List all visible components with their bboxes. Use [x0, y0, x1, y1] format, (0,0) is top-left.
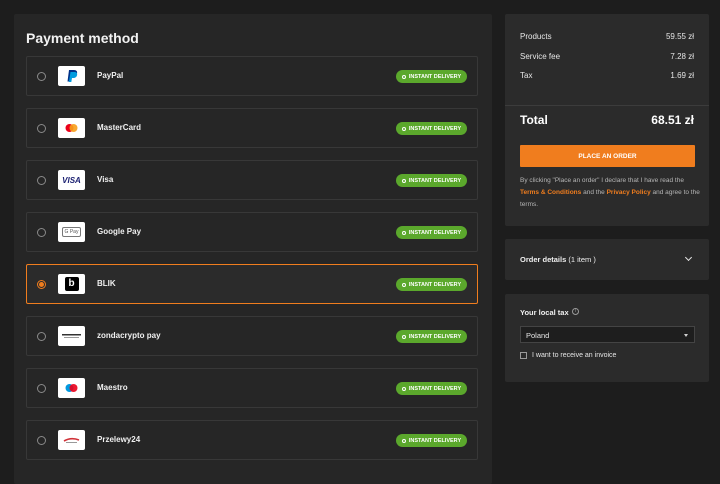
invoice-checkbox-row[interactable]: I want to receive an invoice [520, 352, 616, 359]
instant-delivery-badge: INSTANT DELIVERY [396, 278, 467, 291]
payment-method-list: PayPal INSTANT DELIVERY MasterCard INSTA… [26, 56, 478, 472]
gpay-frame: G Pay [58, 222, 85, 242]
radio-button[interactable] [37, 332, 46, 341]
service-fee-row: Service fee 7.28 zł [520, 52, 694, 61]
payment-option-zondacrypto[interactable]: zondacrypto pay INSTANT DELIVERY [26, 316, 478, 356]
instant-delivery-badge: INSTANT DELIVERY [396, 434, 467, 447]
clock-icon [401, 230, 406, 235]
clock-icon [401, 126, 406, 131]
total-row: Total 68.51 zł [520, 113, 694, 127]
instant-delivery-badge: INSTANT DELIVERY [396, 174, 467, 187]
instant-delivery-badge: INSTANT DELIVERY [396, 226, 467, 239]
method-name: Maestro [97, 383, 128, 392]
total-label: Total [520, 113, 548, 127]
products-row: Products 59.55 zł [520, 32, 694, 41]
radio-button[interactable] [37, 176, 46, 185]
instant-delivery-badge: INSTANT DELIVERY [396, 330, 467, 343]
instant-delivery-badge: INSTANT DELIVERY [396, 70, 467, 83]
invoice-label: I want to receive an invoice [532, 352, 617, 359]
instant-delivery-badge: INSTANT DELIVERY [396, 382, 467, 395]
place-order-button[interactable]: PLACE AN ORDER [520, 145, 695, 167]
order-details-toggle[interactable]: Order details (1 item ) [505, 239, 709, 280]
clock-icon [401, 74, 406, 79]
clock-icon [401, 282, 406, 287]
local-tax-panel: Your local tax i Poland I want to receiv… [505, 294, 709, 382]
method-name: Google Pay [97, 227, 142, 236]
caret-down-icon [684, 334, 688, 337]
badge-label: INSTANT DELIVERY [408, 385, 462, 392]
blik-logo-icon: b [58, 274, 85, 294]
clock-icon [401, 178, 406, 183]
blik-logo-text: b [64, 277, 79, 291]
paypal-logo-icon [58, 66, 85, 86]
tax-label: Tax [520, 71, 533, 80]
maestro-logo-icon [58, 378, 85, 398]
order-details-count: (1 item ) [568, 255, 596, 264]
radio-button[interactable] [37, 72, 46, 81]
info-icon[interactable]: i [572, 308, 579, 315]
terms-link[interactable]: Terms & Conditions [520, 189, 581, 196]
chevron-down-icon[interactable] [684, 253, 693, 262]
terms-text-pre: By clicking "Place an order" I declare t… [520, 177, 684, 184]
method-name: MasterCard [97, 123, 142, 132]
instant-delivery-badge: INSTANT DELIVERY [396, 122, 467, 135]
terms-notice: By clicking "Place an order" I declare t… [520, 175, 700, 211]
payment-method-title: Payment method [26, 30, 139, 46]
przelewy24-logo-icon [58, 430, 85, 450]
badge-label: INSTANT DELIVERY [408, 229, 462, 236]
tax-value: 1.69 zł [670, 71, 694, 80]
payment-option-google-pay[interactable]: G Pay Google Pay INSTANT DELIVERY [26, 212, 478, 252]
badge-label: INSTANT DELIVERY [408, 281, 462, 288]
radio-button[interactable] [37, 384, 46, 393]
method-name: PayPal [97, 71, 124, 80]
method-name: zondacrypto pay [97, 331, 161, 340]
badge-label: INSTANT DELIVERY [408, 73, 462, 80]
visa-logo-text: VISA [62, 175, 81, 185]
privacy-policy-link[interactable]: Privacy Policy [607, 189, 651, 196]
clock-icon [401, 334, 406, 339]
order-details-label: Order details (1 item ) [520, 255, 596, 264]
country-selected-value: Poland [526, 331, 550, 340]
service-fee-value: 7.28 zł [670, 52, 694, 61]
order-summary-panel: Products 59.55 zł Service fee 7.28 zł Ta… [505, 14, 709, 226]
products-value: 59.55 zł [665, 32, 694, 41]
terms-text-mid: and the [581, 189, 607, 196]
payment-option-visa[interactable]: VISA Visa INSTANT DELIVERY [26, 160, 478, 200]
radio-button[interactable] [37, 124, 46, 133]
order-details-title: Order details [520, 255, 567, 264]
clock-icon [401, 438, 406, 443]
zondacrypto-logo-icon [58, 326, 85, 346]
method-name: Visa [97, 175, 114, 184]
payment-option-paypal[interactable]: PayPal INSTANT DELIVERY [26, 56, 478, 96]
badge-label: INSTANT DELIVERY [408, 125, 462, 132]
total-value: 68.51 zł [651, 113, 694, 127]
invoice-checkbox[interactable] [520, 352, 527, 359]
google-pay-logo-icon: G Pay [58, 222, 85, 242]
payment-option-blik[interactable]: b BLIK INSTANT DELIVERY [26, 264, 478, 304]
clock-icon [401, 386, 406, 391]
method-name: BLIK [97, 279, 116, 288]
radio-button[interactable] [37, 228, 46, 237]
badge-label: INSTANT DELIVERY [408, 437, 462, 444]
country-select[interactable]: Poland [520, 326, 695, 343]
blik-frame: b [58, 274, 85, 294]
mastercard-logo-icon [58, 118, 85, 138]
method-name: Przelewy24 [97, 435, 141, 444]
radio-button[interactable] [37, 436, 46, 445]
tax-row: Tax 1.69 zł [520, 71, 694, 80]
radio-button-selected[interactable] [37, 280, 46, 289]
badge-label: INSTANT DELIVERY [408, 177, 462, 184]
gpay-logo-text: G Pay [61, 227, 82, 237]
payment-method-panel: Payment method PayPal INSTANT DELIVERY M… [14, 14, 492, 484]
payment-option-przelewy24[interactable]: Przelewy24 INSTANT DELIVERY [26, 420, 478, 460]
products-label: Products [520, 32, 552, 41]
payment-option-maestro[interactable]: Maestro INSTANT DELIVERY [26, 368, 478, 408]
visa-logo-icon: VISA [58, 170, 85, 190]
service-fee-label: Service fee [520, 52, 561, 61]
divider [505, 105, 709, 106]
payment-option-mastercard[interactable]: MasterCard INSTANT DELIVERY [26, 108, 478, 148]
local-tax-title: Your local tax [520, 308, 569, 317]
badge-label: INSTANT DELIVERY [408, 333, 462, 340]
